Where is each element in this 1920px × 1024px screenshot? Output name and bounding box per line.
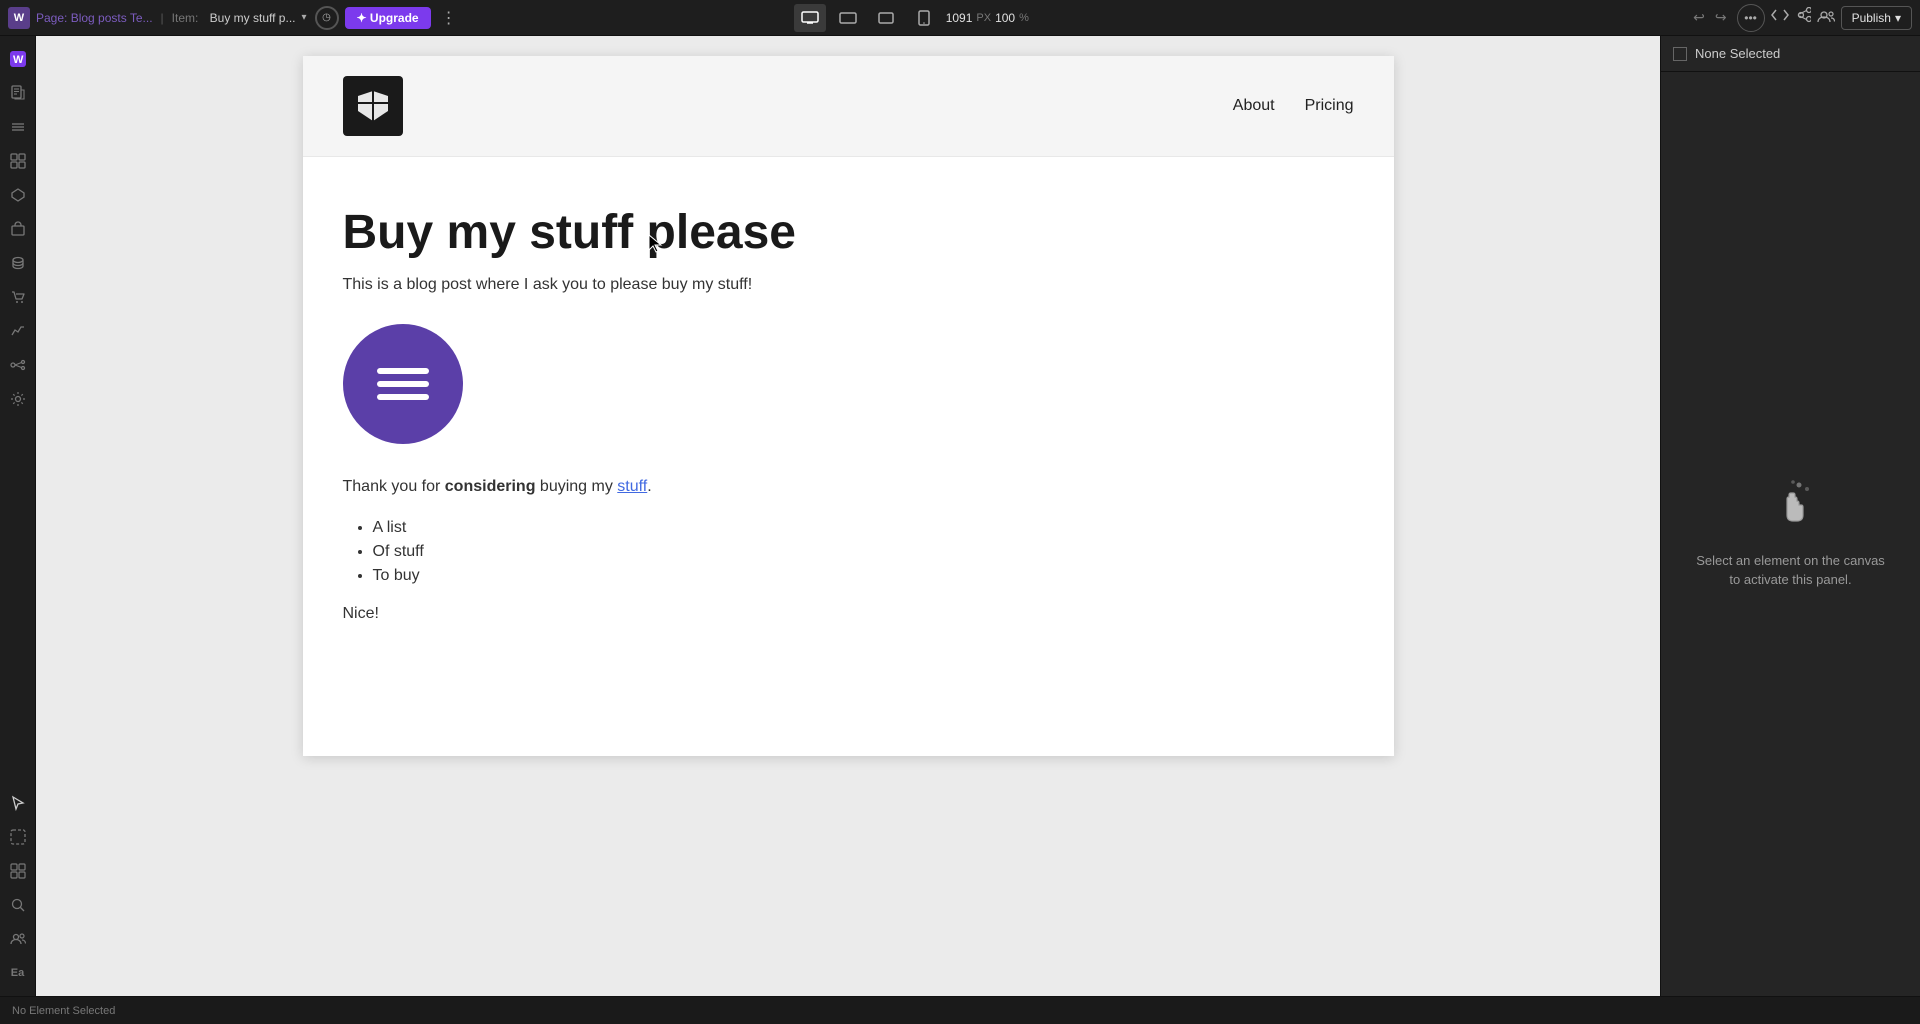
list-item: Of stuff [373, 543, 1354, 561]
sidebar-item-settings[interactable] [3, 384, 33, 414]
right-panel: None Selected Select an element on the c… [1660, 36, 1920, 996]
nav-about[interactable]: About [1233, 97, 1275, 115]
search-tool-icon[interactable] [3, 890, 33, 920]
share-button[interactable] [1795, 7, 1811, 28]
right-panel-body: Select an element on the canvas to activ… [1661, 72, 1920, 996]
svg-text:W: W [13, 54, 24, 66]
grid-layout-icon[interactable] [3, 856, 33, 886]
main-layout: W [0, 36, 1920, 996]
redo-button[interactable]: ↪ [1711, 7, 1731, 28]
list-item: To buy [373, 567, 1354, 585]
mobile-view-btn[interactable] [908, 4, 940, 32]
upgrade-button[interactable]: ✦ Upgrade [345, 7, 431, 29]
sidebar-item-pages[interactable] [3, 78, 33, 108]
landscape-view-btn[interactable] [832, 4, 864, 32]
publish-button[interactable]: Publish ▾ [1841, 6, 1912, 30]
blog-bold-text: considering [445, 478, 536, 495]
blog-body-text: Thank you for considering buying my stuf… [343, 474, 1354, 500]
top-bar-center: 1091 PX 100 % [794, 4, 1029, 32]
publish-dropdown-arrow: ▾ [1895, 11, 1901, 25]
sidebar-item-assets[interactable] [3, 214, 33, 244]
desktop-view-btn[interactable] [794, 4, 826, 32]
zoom-value: 100 [995, 11, 1015, 25]
sidebar-bottom: Ea [3, 788, 33, 988]
blog-list: A list Of stuff To buy [343, 519, 1354, 585]
left-sidebar: W [0, 36, 36, 996]
sidebar-item-logo[interactable]: W [3, 44, 33, 74]
blog-link-stuff[interactable]: stuff [617, 478, 647, 495]
component-insert-icon[interactable] [3, 822, 33, 852]
blog-subtitle: This is a blog post where I ask you to p… [343, 276, 1354, 294]
breadcrumb-item: Item: Buy my stuff p... ▾ [172, 11, 309, 25]
panel-hint: Select an element on the canvas to activ… [1696, 551, 1885, 590]
more-options-button[interactable]: ⋮ [437, 8, 461, 28]
site-navigation: About Pricing [303, 56, 1394, 157]
site-content: Buy my stuff please This is a blog post … [303, 157, 1394, 673]
zoom-unit: % [1019, 12, 1029, 24]
list-item: A list [373, 519, 1354, 537]
site-nav-links: About Pricing [1233, 97, 1354, 115]
breadcrumb-dropdown-btn[interactable]: ▾ [299, 12, 308, 23]
breadcrumb: Page: Blog posts Te... | Item: Buy my st… [36, 11, 309, 25]
breadcrumb-page: Page: Blog posts Te... [36, 11, 153, 25]
canvas-frame: About Pricing Buy my stuff please This i… [303, 56, 1394, 756]
collaborators-button[interactable] [1817, 9, 1835, 26]
undo-button[interactable]: ↩ [1689, 7, 1709, 28]
breadcrumb-page-link[interactable]: Blog posts Te... [71, 11, 153, 25]
top-bar: W Page: Blog posts Te... | Item: Buy my … [0, 0, 1920, 36]
ea-badge: Ea [3, 958, 33, 988]
status-message: No Element Selected [12, 1005, 115, 1017]
sidebar-item-logic[interactable] [3, 350, 33, 380]
select-tool-icon[interactable] [3, 788, 33, 818]
status-bar: No Element Selected [0, 996, 1920, 1024]
right-panel-header: None Selected [1661, 36, 1920, 72]
width-value: 1091 [946, 11, 973, 25]
tablet-landscape-btn[interactable] [870, 4, 902, 32]
blog-image [343, 324, 463, 444]
more-circle-btn[interactable]: ••• [1737, 4, 1765, 32]
sidebar-item-ecommerce[interactable] [3, 282, 33, 312]
sidebar-item-cms[interactable] [3, 248, 33, 278]
sidebar-item-add[interactable] [3, 146, 33, 176]
users-icon[interactable] [3, 924, 33, 954]
width-unit: PX [976, 12, 991, 24]
code-button[interactable] [1771, 8, 1789, 27]
top-bar-left: W Page: Blog posts Te... | Item: Buy my … [8, 6, 461, 30]
blog-closing-text: Nice! [343, 605, 1354, 623]
sidebar-item-components[interactable] [3, 180, 33, 210]
site-logo [343, 76, 403, 136]
click-cursor-icon [1769, 479, 1813, 535]
undo-redo-group: ↩ ↪ [1689, 7, 1730, 28]
dimension-display: 1091 PX 100 % [946, 11, 1029, 25]
canvas-area[interactable]: About Pricing Buy my stuff please This i… [36, 36, 1660, 996]
blog-title: Buy my stuff please [343, 207, 1354, 260]
none-selected-label: None Selected [1695, 46, 1780, 61]
breadcrumb-separator: | [161, 11, 164, 25]
sidebar-item-layers[interactable] [3, 112, 33, 142]
top-bar-right: ↩ ↪ ••• Publish ▾ [1689, 4, 1912, 32]
nav-pricing[interactable]: Pricing [1305, 97, 1354, 115]
save-status-icon: ◷ [315, 6, 339, 30]
webflow-logo-icon[interactable]: W [8, 7, 30, 29]
sidebar-item-interactions[interactable] [3, 316, 33, 346]
none-selected-checkbox[interactable] [1673, 47, 1687, 61]
